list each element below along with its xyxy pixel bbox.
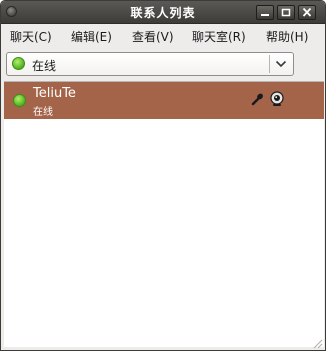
chevron-down-icon[interactable] <box>275 59 287 69</box>
webcam-icon <box>270 91 284 106</box>
contact-row[interactable]: TeliuTe 在线 <box>4 82 324 119</box>
status-selector-value: 在线 <box>32 59 57 73</box>
contact-name: TeliuTe <box>33 86 76 101</box>
maximize-icon <box>281 8 291 17</box>
status-selector[interactable]: 在线 <box>6 52 294 76</box>
title-bar[interactable]: 联系人列表 <box>1 1 325 24</box>
menu-chat[interactable]: 聊天(C) <box>10 28 52 45</box>
minimize-button[interactable] <box>256 5 274 20</box>
combo-divider <box>269 55 270 73</box>
online-status-icon <box>12 57 25 70</box>
menu-bar: 聊天(C) 编辑(E) 查看(V) 聊天室(R) 帮助(H) <box>1 24 325 48</box>
maximize-button[interactable] <box>277 5 295 20</box>
menu-view[interactable]: 查看(V) <box>132 28 174 45</box>
contact-list[interactable]: TeliuTe 在线 <box>4 81 324 347</box>
resize-grip-icon[interactable] <box>311 337 323 349</box>
close-icon <box>302 8 312 17</box>
online-status-icon <box>13 94 26 107</box>
microphone-icon <box>251 93 263 106</box>
menu-edit[interactable]: 编辑(E) <box>71 28 112 45</box>
close-button[interactable] <box>298 5 316 20</box>
menu-help[interactable]: 帮助(H) <box>266 28 308 45</box>
menu-chatroom[interactable]: 聊天室(R) <box>192 28 246 45</box>
minimize-icon <box>261 14 269 16</box>
contact-status: 在线 <box>33 107 53 118</box>
contact-list-window: 联系人列表 聊天(C) 编辑(E) 查看(V) 聊天室(R) 帮助(H) 在线 <box>0 0 326 351</box>
